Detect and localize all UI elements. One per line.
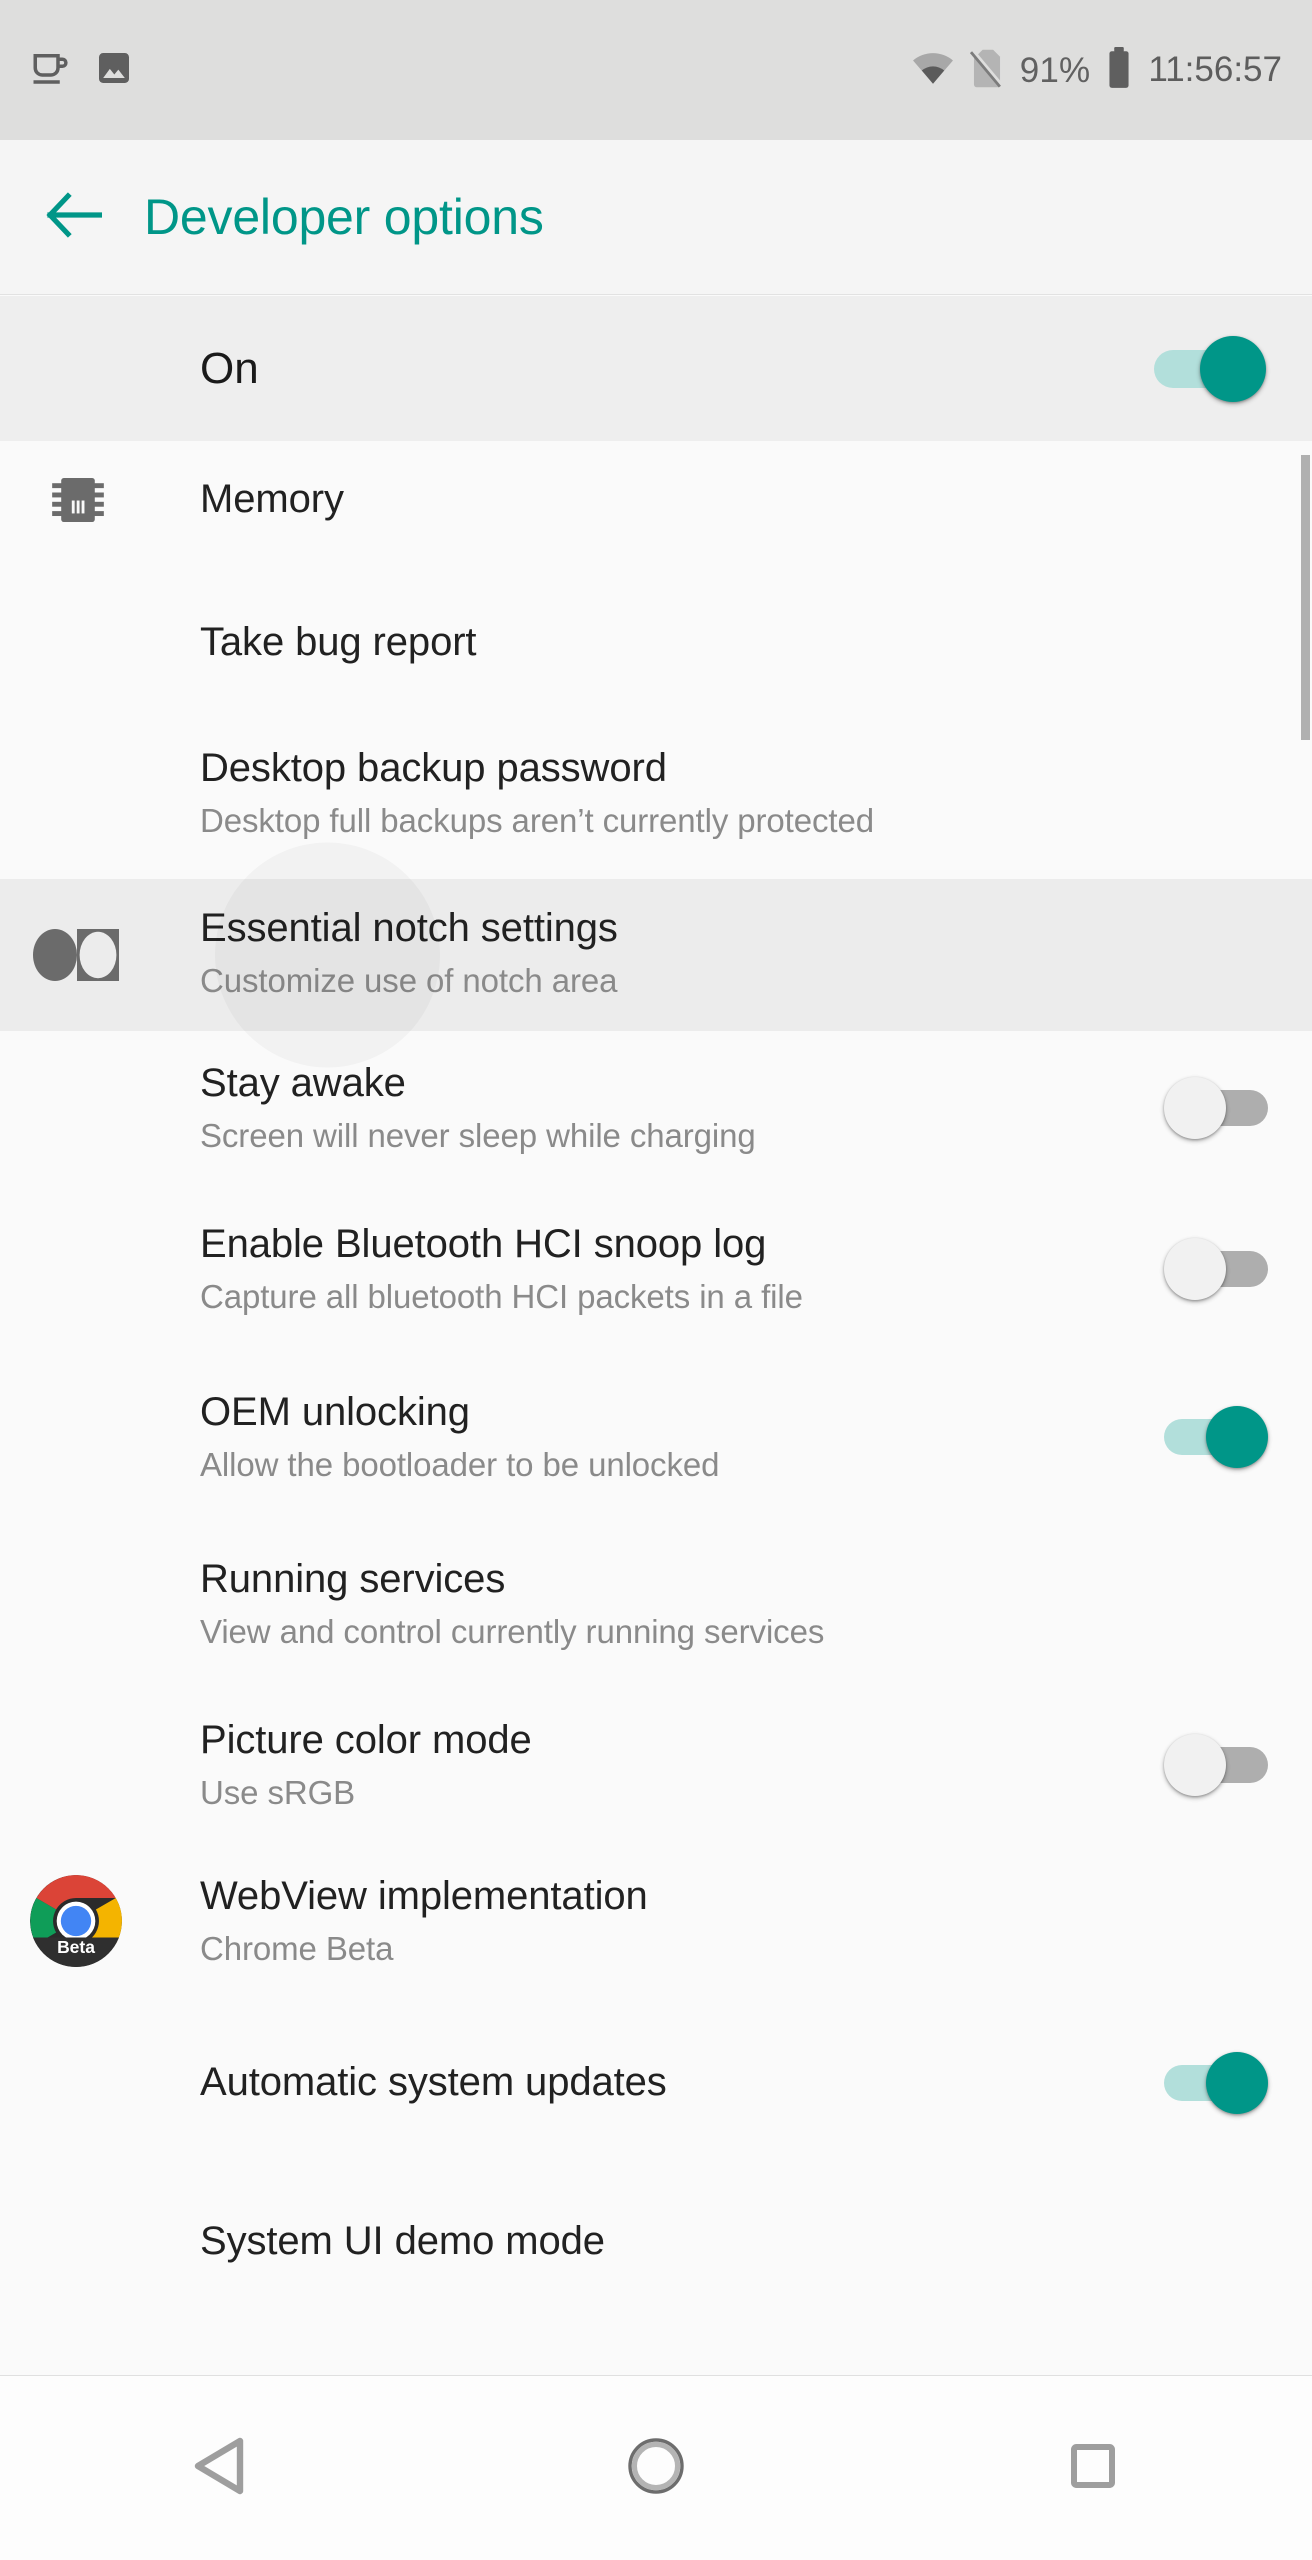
nav-home-button[interactable] [437, 2376, 874, 2560]
picture-color-mode-toggle[interactable] [1164, 1734, 1268, 1796]
list-item-text: Memory [200, 476, 1268, 523]
list-item-take-bug-report[interactable]: Take bug report [0, 559, 1312, 727]
status-bar-left-icons [30, 47, 134, 94]
list-item-title: Picture color mode [200, 1717, 532, 1762]
master-switch-label: On [200, 343, 259, 393]
page-title: Developer options [144, 189, 544, 245]
status-bar-clock: 11:56:57 [1148, 50, 1282, 89]
list-item-running-services[interactable]: Running services View and control curren… [0, 1521, 1312, 1687]
list-item-stay-awake[interactable]: Stay awake Screen will never sleep while… [0, 1031, 1312, 1185]
chrome-beta-badge-label: Beta [57, 1937, 95, 1957]
chrome-beta-icon: Beta [28, 1873, 124, 1969]
stay-awake-toggle[interactable] [1164, 1077, 1268, 1139]
list-item-subtitle: Use sRGB [200, 1773, 356, 1811]
list-item-text: System UI demo mode [200, 2218, 1268, 2265]
list-item-subtitle: Chrome Beta [200, 1929, 394, 1967]
vertical-scrollbar[interactable] [1301, 455, 1310, 740]
list-item-text: Enable Bluetooth HCI snoop log Capture a… [200, 1221, 1144, 1317]
list-item-title: System UI demo mode [200, 2219, 605, 2264]
image-icon [94, 48, 134, 93]
list-item-picture-color-mode[interactable]: Picture color mode Use sRGB [0, 1687, 1312, 1843]
list-item-title: Desktop backup password [200, 746, 667, 790]
list-item-title: Automatic system updates [200, 2060, 667, 2105]
switch-thumb [1164, 1077, 1226, 1139]
list-item-text: Stay awake Screen will never sleep while… [200, 1060, 1144, 1156]
list-item-subtitle: Capture all bluetooth HCI packets in a f… [200, 1277, 803, 1315]
developer-options-master-row[interactable]: On [0, 296, 1312, 441]
status-bar-right-icons: 91% 11:56:57 [912, 46, 1282, 94]
battery-percent-label: 91% [1019, 50, 1091, 90]
back-button[interactable] [26, 191, 122, 243]
list-item-title: Essential notch settings [200, 906, 618, 950]
switch-thumb [1200, 335, 1266, 402]
list-item-memory[interactable]: Memory [0, 441, 1312, 559]
list-item-subtitle: View and control currently running servi… [200, 1612, 825, 1650]
list-item-title: Take bug report [200, 620, 477, 665]
essential-notch-icon [22, 907, 132, 1003]
switch-thumb [1206, 1406, 1268, 1468]
list-item-automatic-system-updates[interactable]: Automatic system updates [0, 1999, 1312, 2167]
list-item-text: Running services View and control curren… [200, 1556, 1268, 1652]
list-item-title: Running services [200, 1556, 506, 1601]
recents-square-icon [1069, 2442, 1117, 2495]
nav-recents-button[interactable] [875, 2376, 1312, 2560]
list-item-text: Desktop backup password Desktop full bac… [200, 745, 1268, 841]
list-item-text: Essential notch settings Customize use o… [200, 905, 1268, 1001]
list-item-oem-unlocking[interactable]: OEM unlocking Allow the bootloader to be… [0, 1353, 1312, 1521]
list-item-text: Take bug report [200, 619, 1268, 666]
settings-list[interactable]: Memory Take bug report Desktop backup pa… [0, 441, 1312, 2375]
arrow-left-icon [46, 191, 103, 243]
list-item-subtitle: Customize use of notch area [200, 962, 618, 1000]
list-item-subtitle: Screen will never sleep while charging [200, 1116, 756, 1154]
coffee-cup-icon [30, 47, 72, 94]
home-circle-icon [626, 2436, 686, 2501]
automatic-system-updates-toggle[interactable] [1164, 2052, 1268, 2114]
bluetooth-hci-snoop-log-toggle[interactable] [1164, 1238, 1268, 1300]
back-triangle-icon [192, 2437, 246, 2500]
list-item-webview-implementation[interactable]: Beta WebView implementation Chrome Beta [0, 1843, 1312, 1999]
list-item-essential-notch-settings[interactable]: Essential notch settings Customize use o… [0, 879, 1312, 1031]
list-item-title: Stay awake [200, 1060, 406, 1105]
android-developer-options-screen: 91% 11:56:57 Developer options On Memory… [0, 0, 1312, 2560]
switch-thumb [1164, 1734, 1226, 1796]
list-item-title: WebView implementation [200, 1873, 648, 1918]
list-item-title: Enable Bluetooth HCI snoop log [200, 1221, 767, 1266]
list-item-text: Picture color mode Use sRGB [200, 1717, 1144, 1813]
app-bar: Developer options [0, 140, 1312, 295]
oem-unlocking-toggle[interactable] [1164, 1406, 1268, 1468]
list-item-bluetooth-hci-snoop-log[interactable]: Enable Bluetooth HCI snoop log Capture a… [0, 1185, 1312, 1353]
no-sim-icon [969, 48, 1004, 93]
nav-back-button[interactable] [0, 2376, 437, 2560]
list-item-text: Automatic system updates [200, 2059, 1144, 2106]
status-bar: 91% 11:56:57 [0, 0, 1312, 140]
list-item-text: OEM unlocking Allow the bootloader to be… [200, 1389, 1144, 1485]
list-item-subtitle: Desktop full backups aren’t currently pr… [200, 802, 874, 840]
wifi-icon [912, 51, 954, 90]
master-switch-toggle[interactable] [1154, 335, 1266, 402]
list-item-desktop-backup-password[interactable]: Desktop backup password Desktop full bac… [0, 727, 1312, 879]
list-item-system-ui-demo-mode[interactable]: System UI demo mode [0, 2167, 1312, 2317]
battery-icon [1106, 46, 1132, 94]
memory-chip-icon [30, 452, 126, 548]
list-item-text: WebView implementation Chrome Beta [200, 1873, 1268, 1969]
list-item-subtitle: Allow the bootloader to be unlocked [200, 1445, 720, 1483]
switch-thumb [1164, 1238, 1226, 1300]
list-item-title: Memory [200, 477, 344, 522]
list-item-title: OEM unlocking [200, 1389, 470, 1434]
system-navigation-bar [0, 2375, 1312, 2560]
switch-thumb [1206, 2052, 1268, 2114]
